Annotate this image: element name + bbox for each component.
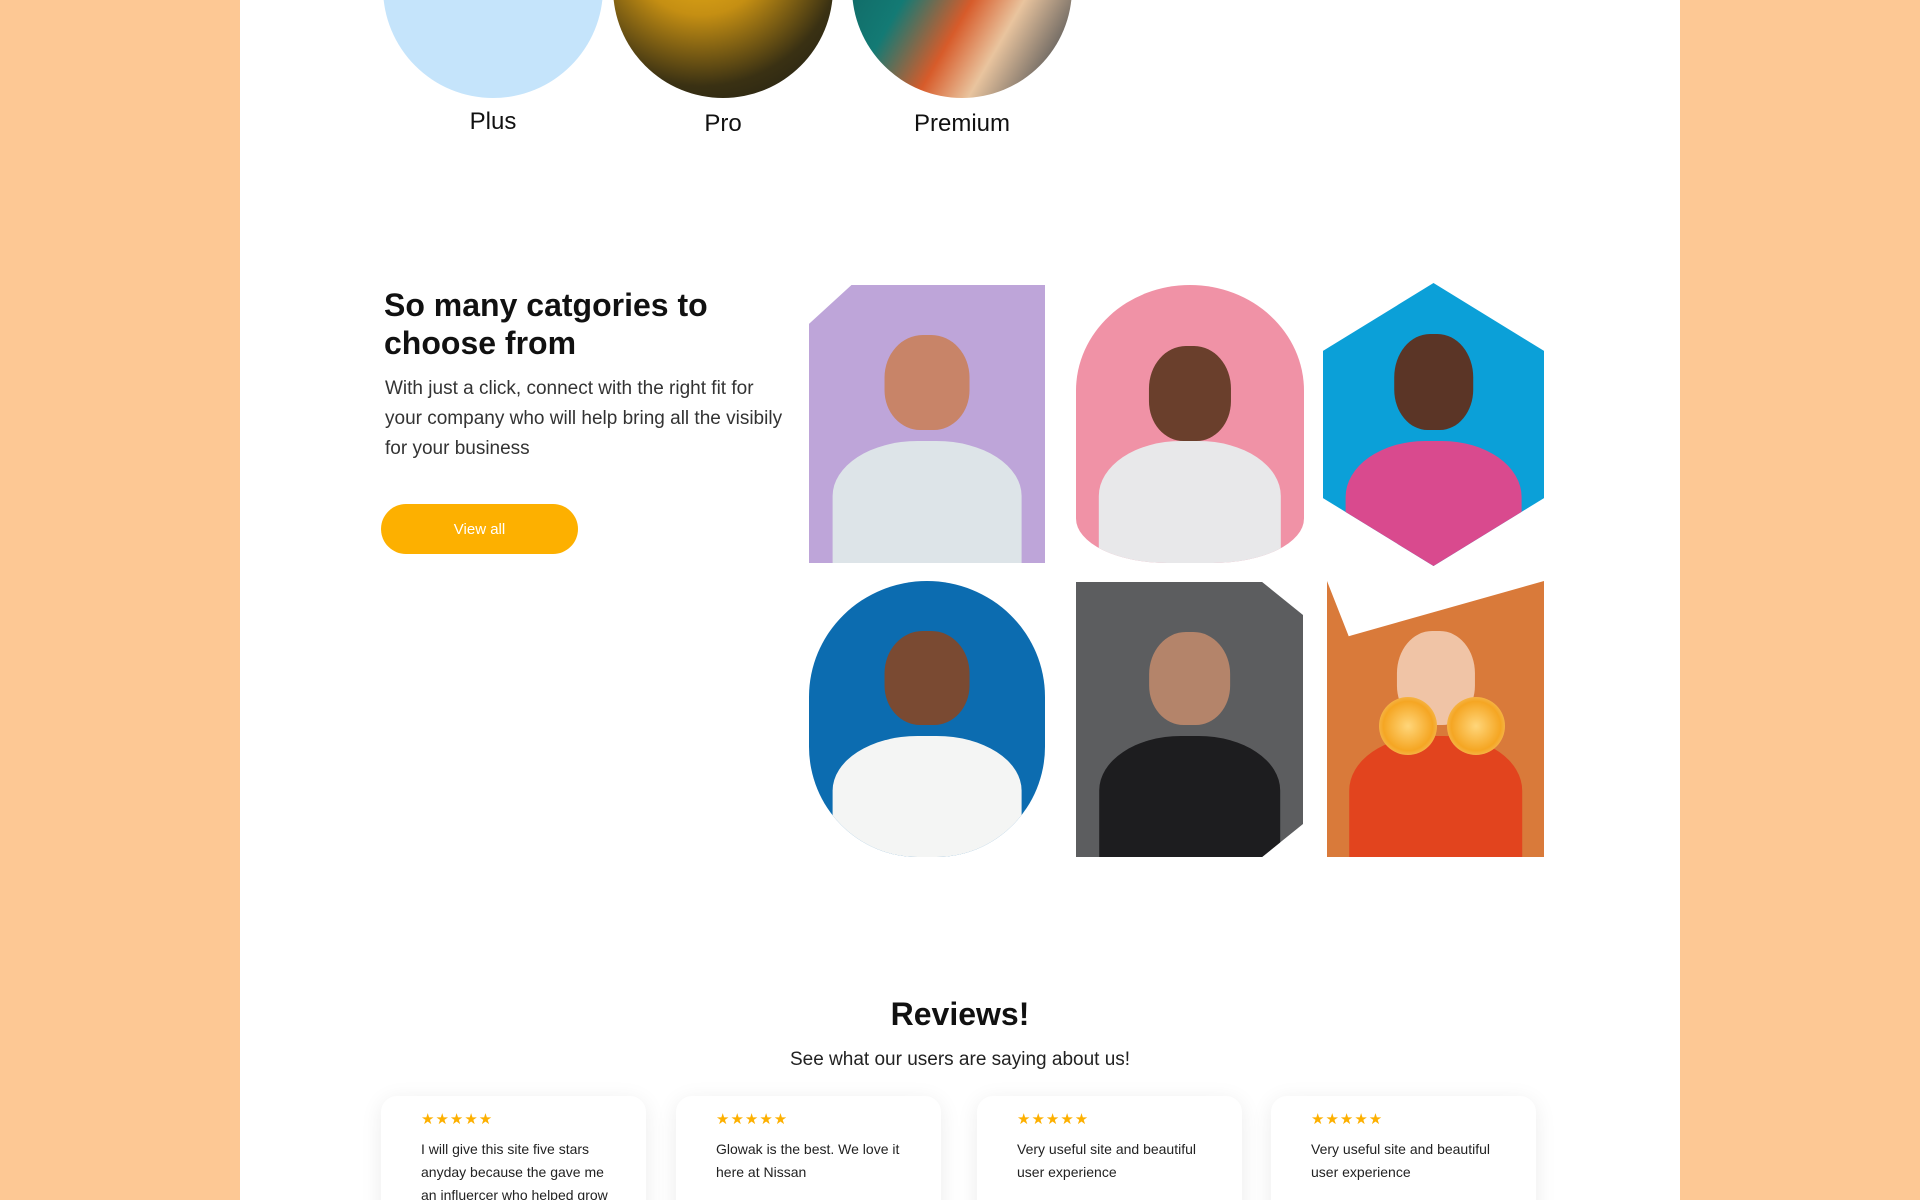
category-photo-4[interactable]: [809, 581, 1045, 857]
reviews-subtitle: See what our users are saying about us!: [789, 1049, 1131, 1070]
tier-pro-image: [613, 0, 833, 98]
tier-pro-label: Pro: [704, 110, 742, 137]
review-text: I will give this site five stars anyday …: [421, 1141, 608, 1200]
review-text: Glowak is the best. We love it here at N…: [716, 1141, 900, 1180]
category-photo-1[interactable]: [809, 285, 1045, 563]
star-rating-icon: ★★★★★: [421, 1111, 494, 1128]
star-rating-icon: ★★★★★: [1017, 1111, 1090, 1128]
tier-plus-label: Plus: [469, 108, 517, 135]
review-card: ★★★★★ Very useful site and beautiful use…: [1271, 1096, 1536, 1200]
tier-plus-image: [383, 0, 603, 98]
category-photo-5[interactable]: [1076, 582, 1303, 857]
view-all-button[interactable]: View all: [381, 504, 578, 554]
categories-description: With just a click, connect with the righ…: [385, 378, 783, 459]
tier-premium-image: [852, 0, 1072, 98]
review-card: ★★★★★ Very useful site and beautiful use…: [977, 1096, 1242, 1200]
category-photo-6[interactable]: [1327, 581, 1544, 857]
category-photo-3[interactable]: [1323, 283, 1544, 566]
reviews-title: Reviews!: [890, 996, 1030, 1032]
orange-image: [1447, 696, 1505, 755]
star-rating-icon: ★★★★★: [716, 1111, 789, 1128]
review-card: ★★★★★ Glowak is the best. We love it her…: [676, 1096, 941, 1200]
main-page: Plus Pro Premium So many catgories to ch…: [240, 0, 1680, 1200]
review-text: Very useful site and beautiful user expe…: [1017, 1141, 1197, 1180]
tier-premium-label: Premium: [913, 110, 1010, 137]
review-card: ★★★★★ I will give this site five stars a…: [381, 1096, 646, 1200]
star-rating-icon: ★★★★★: [1311, 1111, 1384, 1128]
review-text: Very useful site and beautiful user expe…: [1311, 1141, 1491, 1180]
category-photo-2[interactable]: [1076, 285, 1304, 563]
orange-image: [1379, 696, 1437, 755]
categories-title: So many catgories to choose from: [384, 287, 708, 361]
